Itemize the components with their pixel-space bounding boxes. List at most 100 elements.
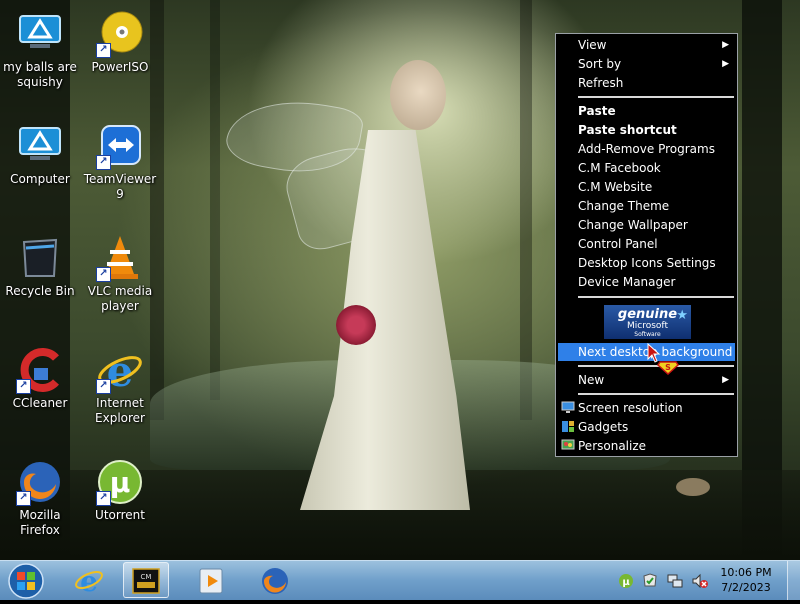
menu-item-change-theme[interactable]: Change Theme bbox=[558, 197, 735, 215]
menu-item-paste-shortcut[interactable]: Paste shortcut bbox=[558, 121, 735, 139]
desktop-icon-network[interactable]: my balls are squishy bbox=[0, 10, 80, 90]
menu-item-change-wallpaper[interactable]: Change Wallpaper bbox=[558, 216, 735, 234]
taskbar: e CM µ 10:06 PM 7/2/2023 bbox=[0, 560, 800, 600]
firefox-icon: ↗ bbox=[16, 458, 64, 506]
submenu-arrow-icon: ▶ bbox=[722, 40, 729, 50]
desktop-context-menu: View ▶ Sort by ▶ Refresh Paste Paste sho… bbox=[555, 33, 738, 457]
taskbar-cm-app[interactable]: CM bbox=[123, 562, 169, 598]
network-icon bbox=[16, 10, 64, 58]
menu-item-label: Change Theme bbox=[578, 199, 670, 213]
menu-item-label: Control Panel bbox=[578, 237, 658, 251]
desktop-icon-label: VLC media player bbox=[87, 284, 153, 313]
menu-item-label: Change Wallpaper bbox=[578, 218, 688, 232]
desktop-icon-label: Utorrent bbox=[95, 508, 145, 522]
cm-app-icon: CM bbox=[131, 566, 161, 600]
desktop-icon-label: Computer bbox=[10, 172, 70, 186]
superman-logo-icon: S bbox=[657, 360, 679, 379]
menu-item-control-panel[interactable]: Control Panel bbox=[558, 235, 735, 253]
desktop[interactable]: my balls are squishy Computer Recycle Bi… bbox=[0, 0, 800, 560]
desktop-icon-internet-explorer[interactable]: e ↗ Internet Explorer bbox=[80, 346, 160, 426]
computer-icon bbox=[16, 122, 64, 170]
desktop-icon-label: PowerISO bbox=[91, 60, 149, 74]
menu-item-label: View bbox=[578, 38, 607, 52]
menu-item-paste[interactable]: Paste bbox=[558, 102, 735, 120]
gadgets-icon bbox=[561, 420, 575, 433]
desktop-icon-vlc[interactable]: ↗ VLC media player bbox=[80, 234, 160, 314]
taskbar-clock[interactable]: 10:06 PM 7/2/2023 bbox=[716, 565, 776, 595]
utorrent-icon: µ ↗ bbox=[96, 458, 144, 506]
menu-item-gadgets[interactable]: Gadgets bbox=[558, 418, 735, 436]
desktop-icon-label: CCleaner bbox=[12, 396, 68, 410]
taskbar-internet-explorer[interactable]: e bbox=[66, 562, 112, 598]
clock-time: 10:06 PM bbox=[720, 566, 772, 579]
banner-line-3: Software bbox=[634, 331, 661, 338]
menu-item-view[interactable]: View ▶ bbox=[558, 36, 735, 54]
desktop-icon-label: my balls are squishy bbox=[3, 60, 77, 89]
internet-explorer-icon: e bbox=[74, 565, 104, 599]
menu-item-label: Device Manager bbox=[578, 275, 676, 289]
menu-separator bbox=[578, 296, 734, 298]
menu-separator bbox=[578, 393, 734, 395]
menu-item-desktop-icons-settings[interactable]: Desktop Icons Settings bbox=[558, 254, 735, 272]
desktop-icon-computer[interactable]: Computer bbox=[0, 122, 80, 187]
menu-item-cm-website[interactable]: C.M Website bbox=[558, 178, 735, 196]
submenu-arrow-icon: ▶ bbox=[722, 375, 729, 385]
menu-item-label: Paste bbox=[578, 104, 616, 118]
start-orb-icon bbox=[7, 562, 45, 604]
monitor-icon bbox=[561, 401, 575, 414]
desktop-icon-utorrent[interactable]: µ ↗ Utorrent bbox=[80, 458, 160, 523]
genuine-microsoft-banner: genuine Microsoft Software ★ bbox=[604, 305, 691, 339]
vlc-cone-icon: ↗ bbox=[96, 234, 144, 282]
desktop-icon-firefox[interactable]: ↗ Mozilla Firefox bbox=[0, 458, 80, 538]
security-tray-icon[interactable] bbox=[642, 573, 658, 589]
desktop-icon-ccleaner[interactable]: ↗ CCleaner bbox=[0, 346, 80, 411]
svg-text:µ: µ bbox=[622, 577, 630, 588]
desktop-icon-label: TeamViewer 9 bbox=[83, 172, 157, 201]
menu-item-sort-by[interactable]: Sort by ▶ bbox=[558, 55, 735, 73]
desktop-icon-poweriso[interactable]: ↗ PowerISO bbox=[80, 10, 160, 75]
banner-line-2: Microsoft bbox=[627, 321, 668, 331]
taskbar-firefox[interactable] bbox=[252, 562, 298, 598]
menu-item-label: C.M Facebook bbox=[578, 161, 661, 175]
menu-item-label: New bbox=[578, 373, 605, 387]
menu-item-label: Add-Remove Programs bbox=[578, 142, 715, 156]
menu-item-device-manager[interactable]: Device Manager bbox=[558, 273, 735, 291]
svg-text:S: S bbox=[665, 363, 671, 372]
network-tray-icon[interactable] bbox=[667, 573, 683, 589]
desktop-icon-teamviewer[interactable]: ↗ TeamViewer 9 bbox=[80, 122, 160, 202]
menu-item-label: Refresh bbox=[578, 76, 624, 90]
menu-separator bbox=[578, 96, 734, 98]
teamviewer-icon: ↗ bbox=[96, 122, 144, 170]
menu-item-label: C.M Website bbox=[578, 180, 653, 194]
desktop-icon-label: Recycle Bin bbox=[5, 284, 75, 298]
svg-text:e: e bbox=[80, 565, 98, 595]
menu-item-cm-facebook[interactable]: C.M Facebook bbox=[558, 159, 735, 177]
show-desktop-button[interactable] bbox=[787, 561, 800, 600]
menu-item-refresh[interactable]: Refresh bbox=[558, 74, 735, 92]
menu-item-label: Screen resolution bbox=[578, 401, 683, 415]
menu-item-screen-resolution[interactable]: Screen resolution bbox=[558, 399, 735, 417]
utorrent-tray-icon[interactable]: µ bbox=[618, 573, 634, 589]
star-icon: ★ bbox=[676, 308, 688, 323]
personalize-icon bbox=[561, 439, 575, 452]
menu-item-add-remove-programs[interactable]: Add-Remove Programs bbox=[558, 140, 735, 158]
taskbar-media-player[interactable] bbox=[189, 562, 235, 598]
start-button[interactable] bbox=[2, 562, 52, 599]
desktop-icon-label: Internet Explorer bbox=[95, 396, 145, 425]
desktop-icon-recycle-bin[interactable]: Recycle Bin bbox=[0, 234, 80, 299]
firefox-icon bbox=[260, 566, 290, 600]
media-player-icon bbox=[198, 567, 226, 599]
menu-item-label: Personalize bbox=[578, 439, 647, 453]
svg-text:µ: µ bbox=[110, 466, 131, 499]
poweriso-disc-icon: ↗ bbox=[96, 10, 144, 58]
menu-item-label: Paste shortcut bbox=[578, 123, 677, 137]
desktop-icon-label: Mozilla Firefox bbox=[19, 508, 61, 537]
internet-explorer-icon: e ↗ bbox=[96, 346, 144, 396]
menu-item-new[interactable]: New ▶ bbox=[558, 371, 735, 389]
menu-item-personalize[interactable]: Personalize bbox=[558, 437, 735, 455]
volume-muted-icon[interactable] bbox=[692, 573, 708, 589]
menu-item-label: Gadgets bbox=[578, 420, 629, 434]
menu-item-label: Sort by bbox=[578, 57, 622, 71]
svg-text:CM: CM bbox=[141, 573, 152, 581]
menu-item-label: Desktop Icons Settings bbox=[578, 256, 716, 270]
